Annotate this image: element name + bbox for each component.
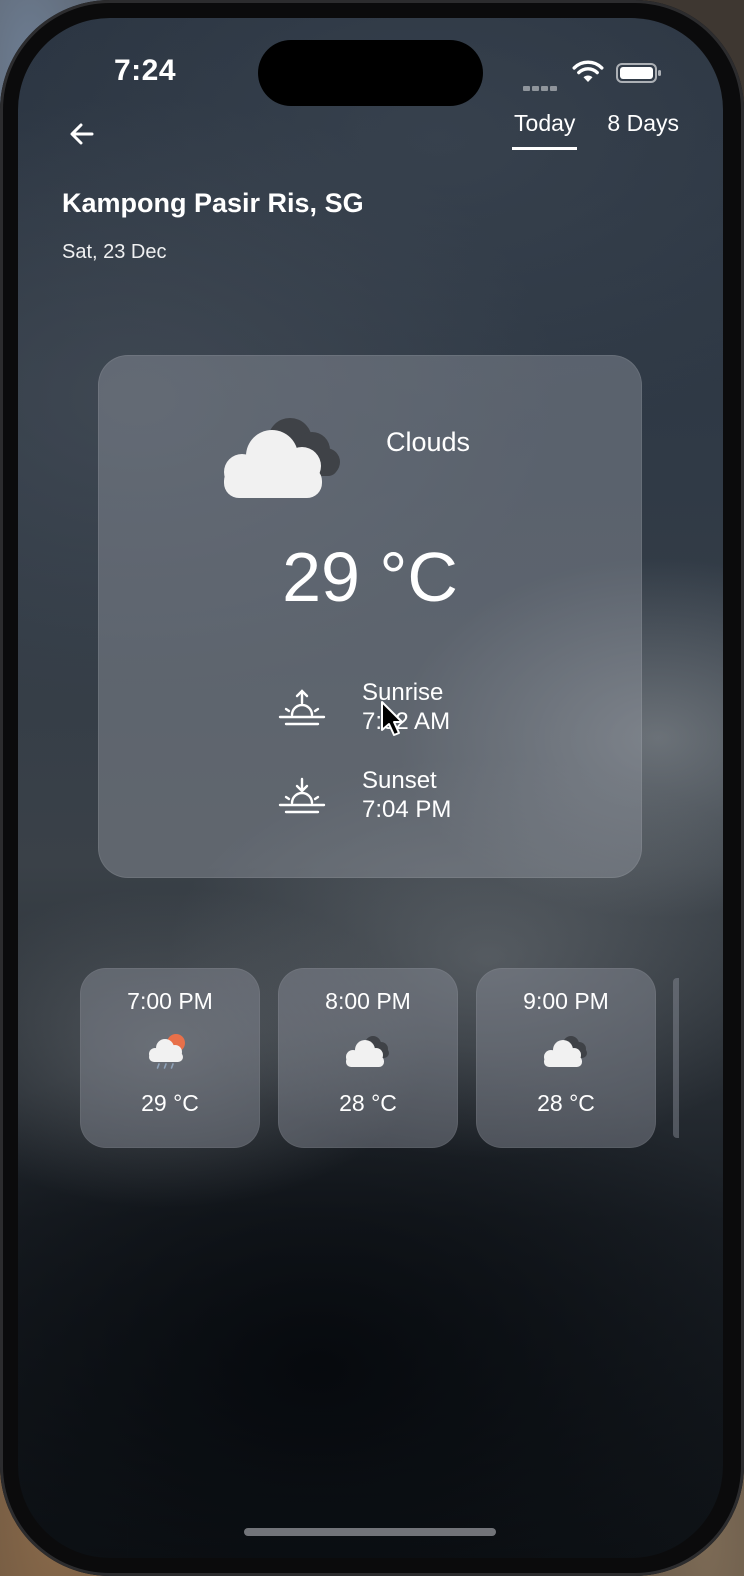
home-indicator[interactable] [244,1528,496,1536]
battery-icon [616,63,661,83]
cellular-signal-icon [523,78,563,91]
hourly-card[interactable]: 9:00 PM 28 °C [476,968,656,1148]
current-weather-card: Clouds 29 °C Sunrise 7:02 AM Sunset 7:04… [98,355,642,878]
sunset-label: Sunset [362,767,437,794]
hourly-time: 7:00 PM [127,988,213,1014]
mouse-cursor-icon [381,701,403,736]
status-time: 7:24 [114,54,177,87]
hourly-card[interactable]: 8:00 PM 28 °C [278,968,458,1148]
rain-sun-cloud-icon [149,1034,185,1069]
hourly-time: 9:00 PM [523,988,609,1014]
phone-frame: 7:24 Today 8 Days Kampong Pasir Ris, SG … [0,0,744,1576]
date-label: Sat, 23 Dec [62,241,167,263]
sunset-icon [278,777,326,814]
sunrise-label: Sunrise [362,679,444,706]
cloud-icon [544,1036,587,1067]
back-button[interactable] [62,114,102,154]
wifi-icon [572,60,604,82]
current-temperature: 29 °C [282,538,458,616]
hourly-card[interactable]: 7:00 PM 29 °C [80,968,260,1148]
hourly-temperature: 29 °C [141,1090,199,1116]
app-screen: 7:24 Today 8 Days Kampong Pasir Ris, SG … [18,18,723,1558]
sunset-row: Sunset 7:04 PM [278,766,451,824]
location-title: Kampong Pasir Ris, SG [62,188,364,218]
sunrise-icon [278,689,326,726]
hourly-time: 8:00 PM [325,988,411,1014]
arrow-left-icon [70,123,94,145]
tab-today[interactable]: Today [512,110,578,150]
dynamic-island [258,40,483,106]
condition-label: Clouds [386,427,471,457]
tab-bar: Today 8 Days [512,110,679,150]
hourly-temperature: 28 °C [339,1090,397,1116]
tab-8-days[interactable]: 8 Days [607,110,679,150]
hourly-temperature: 28 °C [537,1090,595,1116]
sunset-time: 7:04 PM [362,796,452,823]
cloud-icon [346,1036,389,1067]
cloud-icon [224,418,340,498]
sunrise-time: 7:02 AM [362,708,451,735]
sunrise-row: Sunrise 7:02 AM [278,678,450,736]
hourly-card-peek[interactable] [673,978,679,1138]
